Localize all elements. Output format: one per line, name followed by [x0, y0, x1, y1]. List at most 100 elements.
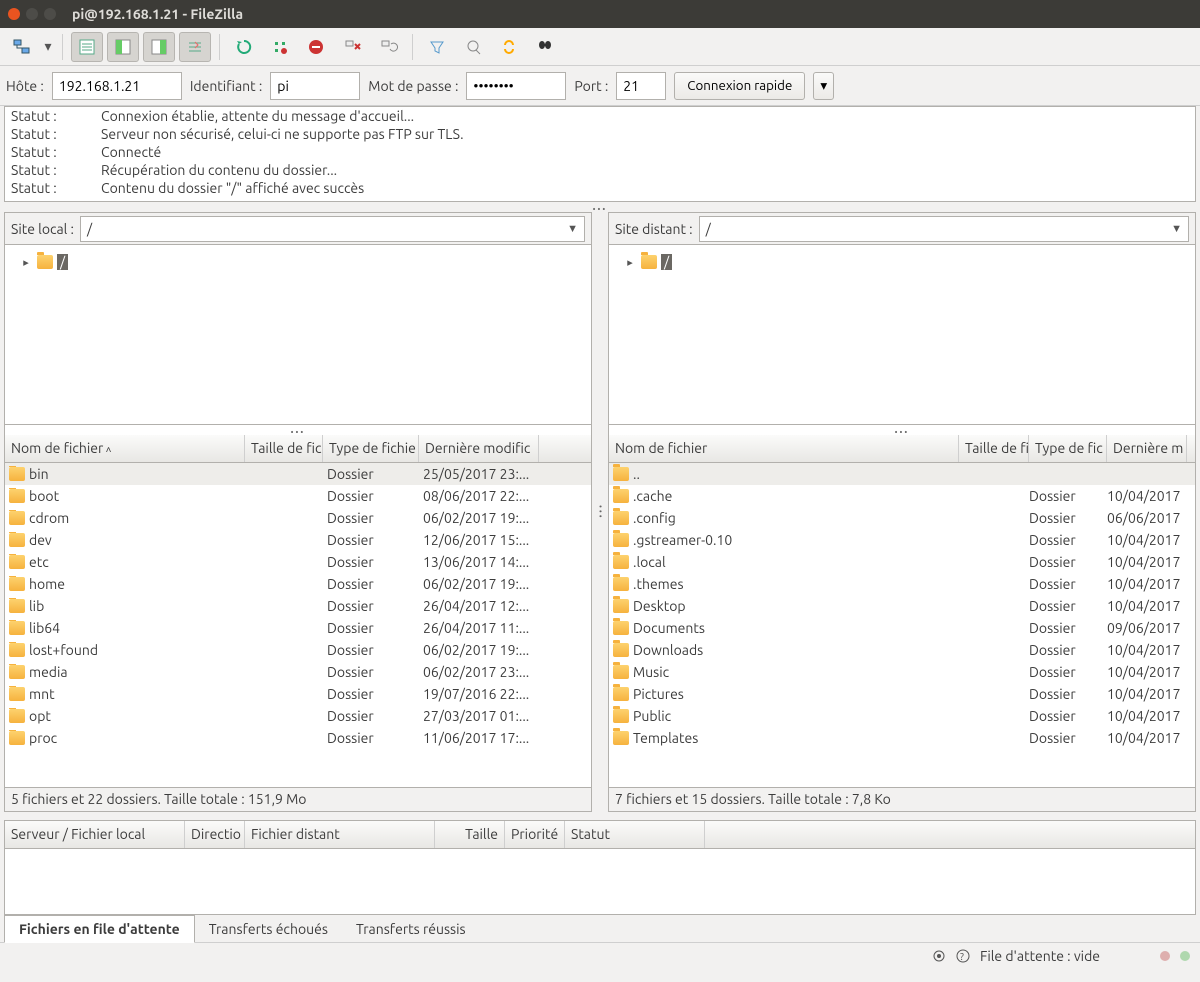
list-item[interactable]: lost+foundDossier06/02/2017 19:... [5, 639, 591, 661]
user-label: Identifiant : [190, 78, 262, 94]
password-label: Mot de passe : [368, 78, 458, 94]
process-queue-button[interactable] [264, 32, 296, 62]
list-item[interactable]: .gstreamer-0.10Dossier10/04/2017 [609, 529, 1195, 551]
col-size[interactable]: Taille de fi [959, 435, 1029, 462]
list-item[interactable]: PublicDossier10/04/2017 [609, 705, 1195, 727]
host-input[interactable] [52, 72, 182, 100]
toolbar-separator [412, 34, 413, 60]
folder-icon [9, 621, 25, 635]
queue-col-size[interactable]: Taille [435, 821, 505, 848]
list-item[interactable]: homeDossier06/02/2017 19:... [5, 573, 591, 595]
refresh-button[interactable] [228, 32, 260, 62]
tab-queued[interactable]: Fichiers en file d'attente [4, 915, 195, 943]
file-date: 08/06/2017 22:... [419, 488, 539, 504]
list-item[interactable]: bootDossier08/06/2017 22:... [5, 485, 591, 507]
remote-tree[interactable]: ▸ / [609, 245, 1195, 425]
toggle-queue-button[interactable] [179, 32, 211, 62]
window-minimize-button[interactable] [26, 8, 38, 20]
list-item[interactable]: mntDossier19/07/2016 22:... [5, 683, 591, 705]
port-input[interactable] [616, 72, 666, 100]
file-name: dev [29, 532, 52, 548]
cancel-button[interactable] [300, 32, 332, 62]
local-path-combo[interactable]: / ▼ [80, 216, 585, 242]
list-item[interactable]: .localDossier10/04/2017 [609, 551, 1195, 573]
tree-expand-icon[interactable]: ▸ [19, 256, 33, 269]
list-item[interactable]: .cacheDossier10/04/2017 [609, 485, 1195, 507]
list-item[interactable]: .themesDossier10/04/2017 [609, 573, 1195, 595]
queue-col-dir[interactable]: Directio [185, 821, 245, 848]
file-type: Dossier [323, 708, 419, 724]
col-date[interactable]: Dernière modific [419, 435, 539, 462]
log-panel[interactable]: Statut :Connexion établie, attente du me… [4, 106, 1196, 202]
list-item[interactable]: optDossier27/03/2017 01:... [5, 705, 591, 727]
list-item[interactable]: PicturesDossier10/04/2017 [609, 683, 1195, 705]
list-item[interactable]: lib64Dossier26/04/2017 11:... [5, 617, 591, 639]
activity-led-send [1160, 951, 1170, 961]
splitter-horizontal[interactable] [0, 202, 1200, 212]
list-item[interactable]: .configDossier06/06/2017 [609, 507, 1195, 529]
tree-expand-icon[interactable]: ▸ [623, 256, 637, 269]
search-button[interactable] [529, 32, 561, 62]
file-date: 19/07/2016 22:... [419, 686, 539, 702]
help-icon[interactable]: ? [956, 949, 970, 963]
tab-failed[interactable]: Transferts échoués [195, 916, 342, 942]
col-date[interactable]: Dernière m [1107, 435, 1187, 462]
splitter-remote[interactable] [609, 425, 1195, 435]
toggle-log-button[interactable] [71, 32, 103, 62]
queue-col-prio[interactable]: Priorité [505, 821, 565, 848]
sync-browse-button[interactable] [493, 32, 525, 62]
remote-file-list[interactable]: ...cacheDossier10/04/2017.configDossier0… [609, 463, 1195, 787]
queue-col-remote[interactable]: Fichier distant [245, 821, 435, 848]
tab-success[interactable]: Transferts réussis [342, 916, 480, 942]
list-item[interactable]: TemplatesDossier10/04/2017 [609, 727, 1195, 749]
window-maximize-button[interactable] [44, 8, 56, 20]
col-type[interactable]: Type de fic [1029, 435, 1107, 462]
tree-root-item[interactable]: ▸ / [9, 251, 587, 273]
site-manager-button[interactable] [6, 32, 38, 62]
window-close-button[interactable] [8, 8, 20, 20]
queue-body[interactable] [5, 849, 1195, 914]
list-item[interactable]: procDossier11/06/2017 17:... [5, 727, 591, 749]
disconnect-button[interactable] [336, 32, 368, 62]
reconnect-button[interactable] [372, 32, 404, 62]
splitter-vertical[interactable]: ••• [596, 212, 604, 812]
log-label: Statut : [11, 143, 101, 161]
site-manager-dropdown[interactable]: ▾ [42, 38, 54, 55]
list-item[interactable]: MusicDossier10/04/2017 [609, 661, 1195, 683]
col-type[interactable]: Type de fichie [323, 435, 419, 462]
list-item[interactable]: cdromDossier06/02/2017 19:... [5, 507, 591, 529]
queue-col-server[interactable]: Serveur / Fichier local [5, 821, 185, 848]
list-item[interactable]: mediaDossier06/02/2017 23:... [5, 661, 591, 683]
list-item[interactable]: binDossier25/05/2017 23:... [5, 463, 591, 485]
local-tree[interactable]: ▸ / [5, 245, 591, 425]
quickconnect-dropdown[interactable]: ▾ [813, 72, 834, 100]
user-input[interactable] [270, 72, 360, 100]
col-name[interactable]: Nom de fichier [5, 435, 245, 462]
list-item[interactable]: .. [609, 463, 1195, 485]
list-item[interactable]: DesktopDossier10/04/2017 [609, 595, 1195, 617]
col-name[interactable]: Nom de fichier [609, 435, 959, 462]
list-item[interactable]: DownloadsDossier10/04/2017 [609, 639, 1195, 661]
list-item[interactable]: DocumentsDossier09/06/2017 [609, 617, 1195, 639]
local-list-header[interactable]: Nom de fichier Taille de fic Type de fic… [5, 435, 591, 463]
password-input[interactable] [466, 72, 566, 100]
remote-path-combo[interactable]: / ▼ [699, 216, 1189, 242]
list-item[interactable]: libDossier26/04/2017 12:... [5, 595, 591, 617]
col-size[interactable]: Taille de fic [245, 435, 323, 462]
filter-button[interactable] [421, 32, 453, 62]
toggle-tree-remote-button[interactable] [143, 32, 175, 62]
gear-icon[interactable] [932, 949, 946, 963]
queue-header[interactable]: Serveur / Fichier local Directio Fichier… [5, 821, 1195, 849]
tree-root-item[interactable]: ▸ / [613, 251, 1191, 273]
splitter-local[interactable] [5, 425, 591, 435]
local-file-list[interactable]: binDossier25/05/2017 23:...bootDossier08… [5, 463, 591, 787]
compare-button[interactable] [457, 32, 489, 62]
list-item[interactable]: etcDossier13/06/2017 14:... [5, 551, 591, 573]
folder-icon [641, 255, 657, 269]
quickconnect-button[interactable]: Connexion rapide [674, 72, 805, 100]
list-item[interactable]: devDossier12/06/2017 15:... [5, 529, 591, 551]
remote-list-header[interactable]: Nom de fichier Taille de fi Type de fic … [609, 435, 1195, 463]
queue-col-status[interactable]: Statut [565, 821, 705, 848]
file-date: 10/04/2017 [1107, 730, 1187, 746]
toggle-tree-local-button[interactable] [107, 32, 139, 62]
